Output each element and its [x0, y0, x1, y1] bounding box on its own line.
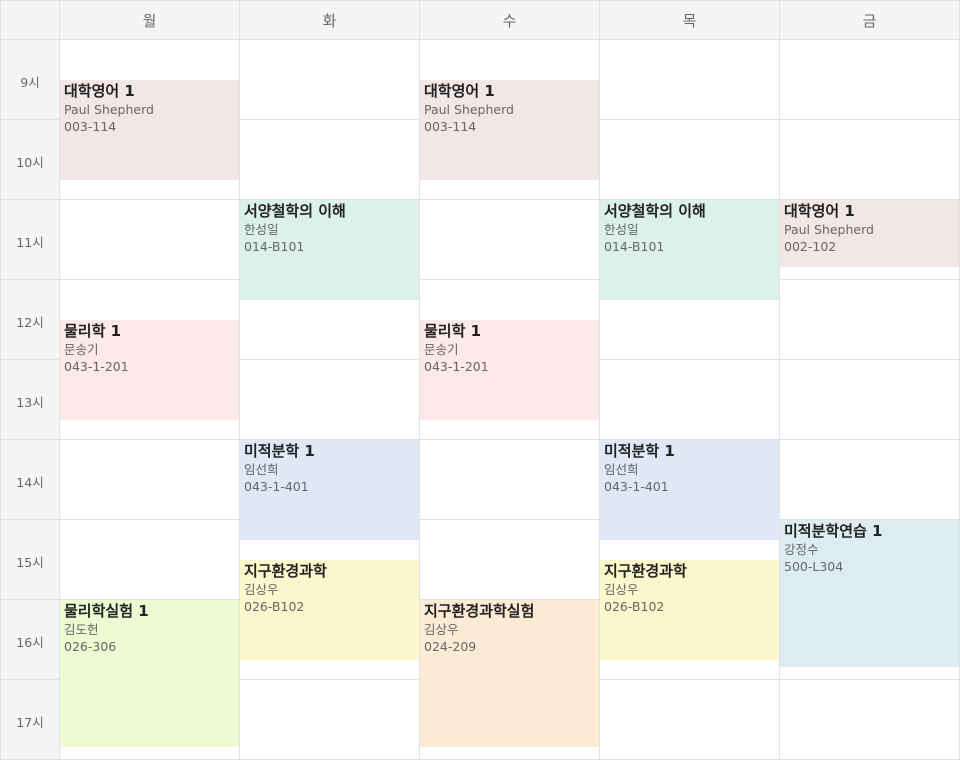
- course-block[interactable]: 물리학 1 문송기 043-1-201: [420, 320, 599, 420]
- empty-slot[interactable]: [240, 40, 420, 120]
- empty-slot[interactable]: [600, 360, 780, 440]
- course-professor: 임선희: [604, 462, 639, 477]
- course-professor: 문송기: [424, 342, 459, 357]
- course-room: 026-B102: [244, 599, 305, 614]
- day-header: 수: [420, 0, 600, 40]
- course-professor: 김상우: [604, 582, 639, 597]
- empty-slot[interactable]: [60, 440, 240, 520]
- course-block[interactable]: 대학영어 1 Paul Shepherd 003-114: [420, 80, 599, 180]
- course-block[interactable]: 지구환경과학김상우 026-B102: [240, 560, 419, 660]
- course-block[interactable]: 미적분학연습 1 강정수 500-L304: [780, 520, 959, 667]
- course-block[interactable]: 물리학실험 1 김도헌 026-306: [60, 600, 239, 747]
- course-title: 서양철학의 이해: [244, 202, 346, 220]
- course-title: 물리학 1: [424, 322, 482, 340]
- header-corner: [0, 0, 60, 40]
- course-room: 026-B102: [604, 599, 665, 614]
- course-professor: 김상우: [424, 622, 459, 637]
- course-room: 043-1-201: [424, 359, 489, 374]
- course-block[interactable]: 미적분학 1 임선희 043-1-401: [600, 440, 779, 540]
- empty-slot[interactable]: [420, 200, 600, 280]
- time-label: 9시: [0, 40, 60, 120]
- time-label: 15시: [0, 520, 60, 600]
- empty-slot[interactable]: [600, 120, 780, 200]
- course-room: 014-B101: [244, 239, 305, 254]
- time-label: 12시: [0, 280, 60, 360]
- course-title: 지구환경과학실험: [424, 602, 535, 620]
- course-title: 대학영어 1: [424, 82, 495, 100]
- course-title: 물리학실험 1: [64, 602, 149, 620]
- day-header: 화: [240, 0, 420, 40]
- course-block[interactable]: 미적분학 1 임선희 043-1-401: [240, 440, 419, 540]
- course-room: 026-306: [64, 639, 117, 654]
- empty-slot[interactable]: [60, 520, 240, 600]
- course-title: 지구환경과학: [604, 562, 687, 580]
- course-title: 서양철학의 이해: [604, 202, 706, 220]
- time-label: 16시: [0, 600, 60, 680]
- course-professor: Paul Shepherd: [424, 102, 514, 117]
- course-title: 미적분학 1: [244, 442, 315, 460]
- course-professor: 한성일: [244, 222, 279, 237]
- course-block[interactable]: 서양철학의 이해한성일 014-B101: [600, 200, 779, 300]
- course-professor: 문송기: [64, 342, 99, 357]
- course-room: 500-L304: [784, 559, 844, 574]
- empty-slot[interactable]: [780, 120, 960, 200]
- empty-slot[interactable]: [240, 120, 420, 200]
- time-label: 13시: [0, 360, 60, 440]
- course-block[interactable]: 물리학 1 문송기 043-1-201: [60, 320, 239, 420]
- course-room: 043-1-401: [604, 479, 669, 494]
- empty-slot[interactable]: [420, 520, 600, 600]
- empty-slot[interactable]: [780, 360, 960, 440]
- course-room: 014-B101: [604, 239, 665, 254]
- day-header: 목: [600, 0, 780, 40]
- course-block[interactable]: 대학영어 1 Paul Shepherd 003-114: [60, 80, 239, 180]
- course-block[interactable]: 대학영어 1 Paul Shepherd 002-102: [780, 200, 959, 267]
- course-professor: 김도헌: [64, 622, 99, 637]
- empty-slot[interactable]: [60, 200, 240, 280]
- empty-slot[interactable]: [780, 40, 960, 120]
- course-professor: 임선희: [244, 462, 279, 477]
- course-room: 043-1-201: [64, 359, 129, 374]
- time-label: 11시: [0, 200, 60, 280]
- empty-slot[interactable]: [420, 440, 600, 520]
- timetable-grid: 월 화 수 목 금 9시 10시 11시 12시 13시 14시 15시 16시 17시 대학영어 1 Pau…: [0, 0, 960, 760]
- course-room: 003-114: [424, 119, 477, 134]
- course-room: 002-102: [784, 239, 837, 254]
- course-room: 003-114: [64, 119, 117, 134]
- empty-slot[interactable]: [600, 40, 780, 120]
- course-block[interactable]: 서양철학의 이해한성일 014-B101: [240, 200, 419, 300]
- course-room: 024-209: [424, 639, 477, 654]
- course-title: 대학영어 1: [784, 202, 855, 220]
- course-professor: 한성일: [604, 222, 639, 237]
- empty-slot[interactable]: [780, 280, 960, 360]
- course-title: 물리학 1: [64, 322, 122, 340]
- time-label: 17시: [0, 680, 60, 760]
- course-professor: 강정수: [784, 542, 819, 557]
- day-header: 월: [60, 0, 240, 40]
- course-professor: 김상우: [244, 582, 279, 597]
- time-label: 10시: [0, 120, 60, 200]
- course-professor: Paul Shepherd: [64, 102, 154, 117]
- course-title: 지구환경과학: [244, 562, 327, 580]
- course-title: 미적분학 1: [604, 442, 675, 460]
- empty-slot[interactable]: [240, 360, 420, 440]
- course-professor: Paul Shepherd: [784, 222, 874, 237]
- empty-slot[interactable]: [780, 440, 960, 520]
- empty-slot[interactable]: [780, 680, 960, 760]
- course-title: 미적분학연습 1: [784, 522, 883, 540]
- time-label: 14시: [0, 440, 60, 520]
- day-header: 금: [780, 0, 960, 40]
- course-title: 대학영어 1: [64, 82, 135, 100]
- course-room: 043-1-401: [244, 479, 309, 494]
- empty-slot[interactable]: [600, 680, 780, 760]
- course-block[interactable]: 지구환경과학실험김상우 024-209: [420, 600, 599, 747]
- empty-slot[interactable]: [240, 680, 420, 760]
- course-block[interactable]: 지구환경과학김상우 026-B102: [600, 560, 779, 660]
